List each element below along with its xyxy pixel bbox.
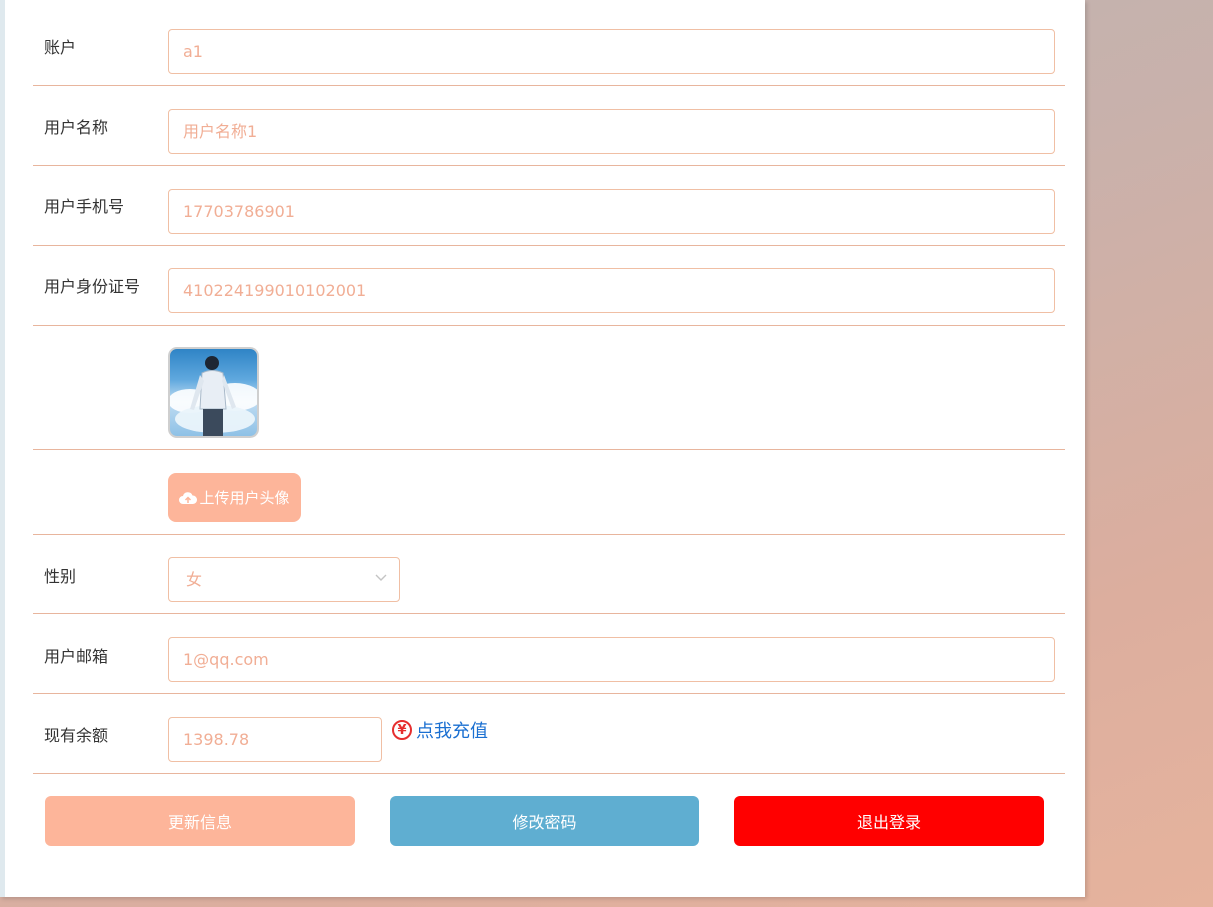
recharge-label: 点我充值 [416, 721, 488, 742]
avatar [168, 347, 259, 438]
profile-panel: 账户 a1 用户名称 用户名称1 用户手机号 17703786901 用户身份证… [0, 0, 1085, 897]
balance-row: 现有余额 1398.78 ¥ 点我充值 [33, 694, 1065, 774]
gender-label: 性别 [44, 567, 77, 586]
phone-label: 用户手机号 [44, 197, 125, 216]
username-row: 用户名称 用户名称1 [33, 86, 1065, 166]
id-number-label: 用户身份证号 [44, 277, 141, 296]
username-field[interactable]: 用户名称1 [168, 109, 1055, 154]
avatar-row [33, 326, 1065, 450]
balance-field[interactable]: 1398.78 [168, 717, 382, 762]
upload-avatar-button[interactable]: 上传用户头像 [168, 473, 301, 522]
username-label: 用户名称 [44, 118, 109, 137]
phone-field[interactable]: 17703786901 [168, 189, 1055, 234]
gender-select[interactable]: 女 [168, 557, 400, 602]
update-info-button[interactable]: 更新信息 [45, 796, 355, 846]
email-field[interactable]: 1@qq.com [168, 637, 1055, 682]
change-password-button[interactable]: 修改密码 [390, 796, 699, 846]
email-label: 用户邮箱 [44, 647, 109, 666]
recharge-link[interactable]: ¥ 点我充值 [392, 717, 488, 743]
account-row: 账户 a1 [33, 0, 1065, 86]
balance-label: 现有余额 [44, 726, 109, 745]
cloud-upload-icon [179, 491, 198, 504]
id-number-row: 用户身份证号 410224199010102001 [33, 246, 1065, 326]
logout-button[interactable]: 退出登录 [734, 796, 1044, 846]
yen-circle-icon: ¥ [392, 720, 412, 740]
account-field[interactable]: a1 [168, 29, 1055, 74]
upload-avatar-label: 上传用户头像 [199, 489, 290, 507]
gender-value: 女 [186, 570, 203, 589]
id-number-field[interactable]: 410224199010102001 [168, 268, 1055, 313]
gender-row: 性别 女 [33, 535, 1065, 614]
email-row: 用户邮箱 1@qq.com [33, 614, 1065, 694]
phone-row: 用户手机号 17703786901 [33, 166, 1065, 246]
avatar-image [170, 356, 257, 436]
upload-row: 上传用户头像 [33, 450, 1065, 535]
chevron-down-icon [375, 574, 387, 581]
account-label: 账户 [44, 38, 77, 57]
